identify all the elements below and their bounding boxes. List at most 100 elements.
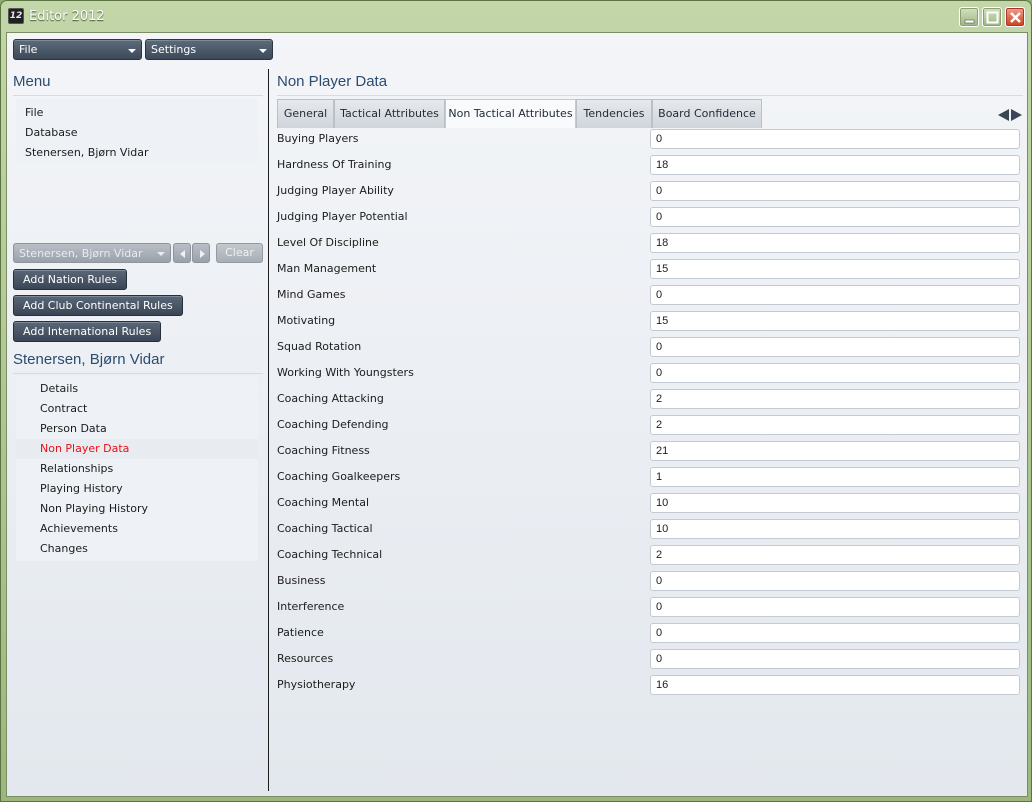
input-coaching-tactical[interactable] bbox=[650, 519, 1020, 539]
label-motivating: Motivating bbox=[277, 314, 336, 327]
label-interference: Interference bbox=[277, 600, 345, 613]
file-dropdown-label: File bbox=[19, 43, 38, 56]
label-hardness-of-training: Hardness Of Training bbox=[277, 158, 392, 171]
sub-item-relationships[interactable]: Relationships bbox=[40, 462, 113, 475]
tab-tendencies[interactable]: Tendencies bbox=[576, 99, 652, 128]
input-judging-player-potential[interactable] bbox=[650, 207, 1020, 227]
input-business[interactable] bbox=[650, 571, 1020, 591]
input-physiotherapy[interactable] bbox=[650, 675, 1020, 695]
label-coaching-tactical: Coaching Tactical bbox=[277, 522, 373, 535]
label-judging-player-ability: Judging Player Ability bbox=[277, 184, 394, 197]
input-man-management[interactable] bbox=[650, 259, 1020, 279]
label-coaching-technical: Coaching Technical bbox=[277, 548, 383, 561]
person-title: Stenersen, Bjørn Vidar bbox=[13, 351, 165, 368]
divider bbox=[13, 373, 263, 374]
input-judging-player-ability[interactable] bbox=[650, 181, 1020, 201]
close-button[interactable] bbox=[1005, 7, 1025, 27]
label-coaching-mental: Coaching Mental bbox=[277, 496, 370, 509]
sub-item-non-player-data[interactable]: Non Player Data bbox=[40, 442, 129, 455]
label-patience: Patience bbox=[277, 626, 324, 639]
label-mind-games: Mind Games bbox=[277, 288, 346, 301]
label-coaching-goalkeepers: Coaching Goalkeepers bbox=[277, 470, 401, 483]
input-patience[interactable] bbox=[650, 623, 1020, 643]
menu-item-file[interactable]: File bbox=[25, 106, 43, 119]
title-bar[interactable]: 12 Editor 2012 bbox=[1, 1, 1031, 32]
sub-item-playing-history[interactable]: Playing History bbox=[40, 482, 123, 495]
settings-dropdown-label: Settings bbox=[151, 43, 197, 56]
sub-item-contract[interactable]: Contract bbox=[40, 402, 87, 415]
close-icon bbox=[1010, 12, 1021, 23]
divider bbox=[13, 95, 263, 96]
tab-board-confidence[interactable]: Board Confidence bbox=[652, 99, 762, 128]
input-level-of-discipline[interactable] bbox=[650, 233, 1020, 253]
app-window: 12 Editor 2012 File Settings Menu File D… bbox=[0, 0, 1032, 802]
label-man-management: Man Management bbox=[277, 262, 377, 275]
add-international-rules-button[interactable]: Add International Rules bbox=[13, 321, 162, 342]
label-level-of-discipline: Level Of Discipline bbox=[277, 236, 379, 249]
menu-list: File Database Stenersen, Bjørn Vidar bbox=[16, 99, 258, 163]
chevron-down-icon bbox=[157, 252, 165, 256]
label-business: Business bbox=[277, 574, 326, 587]
app-logo-icon: 12 bbox=[8, 8, 24, 24]
input-mind-games[interactable] bbox=[650, 285, 1020, 305]
sub-item-changes[interactable]: Changes bbox=[40, 542, 88, 555]
label-squad-rotation: Squad Rotation bbox=[277, 340, 362, 353]
input-coaching-mental[interactable] bbox=[650, 493, 1020, 513]
sub-item-achievements[interactable]: Achievements bbox=[40, 522, 118, 535]
menu-item-database[interactable]: Database bbox=[25, 126, 78, 139]
sub-item-details[interactable]: Details bbox=[40, 382, 78, 395]
input-hardness-of-training[interactable] bbox=[650, 155, 1020, 175]
settings-dropdown[interactable]: Settings bbox=[145, 39, 273, 60]
label-resources: Resources bbox=[277, 652, 334, 665]
input-coaching-technical[interactable] bbox=[650, 545, 1020, 565]
add-club-continental-rules-button[interactable]: Add Club Continental Rules bbox=[13, 295, 183, 316]
person-select-value: Stenersen, Bjørn Vidar bbox=[19, 247, 143, 260]
file-dropdown[interactable]: File bbox=[13, 39, 142, 60]
previous-person-button[interactable] bbox=[173, 243, 191, 263]
input-motivating[interactable] bbox=[650, 311, 1020, 331]
maximize-icon bbox=[986, 11, 999, 24]
tab-scroll-controls bbox=[998, 109, 1022, 121]
input-interference[interactable] bbox=[650, 597, 1020, 617]
label-judging-player-potential: Judging Player Potential bbox=[277, 210, 408, 223]
tab-tactical-attributes[interactable]: Tactical Attributes bbox=[334, 99, 445, 128]
label-coaching-attacking: Coaching Attacking bbox=[277, 392, 384, 405]
label-physiotherapy: Physiotherapy bbox=[277, 678, 356, 691]
menu-title: Menu bbox=[13, 73, 51, 90]
chevron-down-icon bbox=[259, 49, 267, 53]
input-coaching-defending[interactable] bbox=[650, 415, 1020, 435]
left-pane: Menu File Database Stenersen, Bjørn Vida… bbox=[7, 69, 268, 798]
add-nation-rules-button[interactable]: Add Nation Rules bbox=[13, 269, 128, 290]
clear-button[interactable]: Clear bbox=[216, 243, 263, 263]
label-buying-players: Buying Players bbox=[277, 132, 359, 145]
label-coaching-defending: Coaching Defending bbox=[277, 418, 389, 431]
input-working-with-youngsters[interactable] bbox=[650, 363, 1020, 383]
label-working-with-youngsters: Working With Youngsters bbox=[277, 366, 414, 379]
pane-divider[interactable] bbox=[268, 69, 269, 791]
input-buying-players[interactable] bbox=[650, 129, 1020, 149]
arrow-left-icon bbox=[180, 250, 185, 258]
client-area: File Settings Menu File Database Steners… bbox=[6, 32, 1028, 797]
input-resources[interactable] bbox=[650, 649, 1020, 669]
arrow-left-icon[interactable] bbox=[998, 109, 1009, 121]
input-coaching-fitness[interactable] bbox=[650, 441, 1020, 461]
window-title: Editor 2012 bbox=[29, 9, 105, 24]
chevron-down-icon bbox=[128, 49, 136, 53]
person-select[interactable]: Stenersen, Bjørn Vidar bbox=[13, 243, 171, 263]
sub-item-person-data[interactable]: Person Data bbox=[40, 422, 107, 435]
arrow-right-icon[interactable] bbox=[1011, 109, 1022, 121]
arrow-right-icon bbox=[200, 250, 205, 258]
menu-item-person[interactable]: Stenersen, Bjørn Vidar bbox=[25, 146, 149, 159]
minimize-icon bbox=[964, 19, 975, 24]
minimize-button[interactable] bbox=[959, 7, 979, 27]
page-title: Non Player Data bbox=[277, 73, 388, 90]
next-person-button[interactable] bbox=[192, 243, 210, 263]
input-coaching-goalkeepers[interactable] bbox=[650, 467, 1020, 487]
maximize-button[interactable] bbox=[982, 7, 1002, 27]
input-coaching-attacking[interactable] bbox=[650, 389, 1020, 409]
tab-general[interactable]: General bbox=[277, 99, 334, 128]
sub-item-non-playing-history[interactable]: Non Playing History bbox=[40, 502, 148, 515]
tab-non-tactical-attributes[interactable]: Non Tactical Attributes bbox=[445, 99, 576, 128]
divider bbox=[277, 95, 1023, 96]
input-squad-rotation[interactable] bbox=[650, 337, 1020, 357]
